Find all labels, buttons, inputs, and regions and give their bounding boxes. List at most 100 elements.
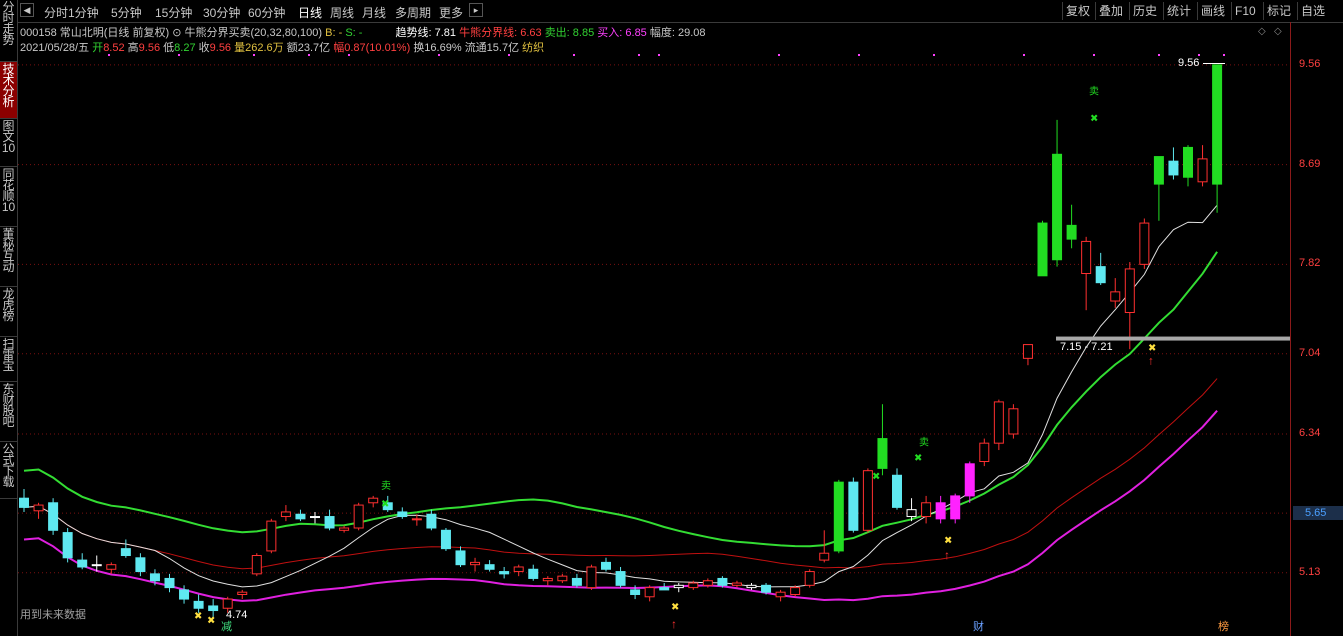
candle-body [91,564,102,567]
signal-tick [178,54,180,56]
sidebar-tab[interactable]: 分时走势 [0,0,17,62]
candle-body [644,587,655,598]
toolbar-button[interactable]: 标记 [1263,2,1294,20]
candle-body [1197,158,1208,183]
toolbar-button[interactable]: 统计 [1163,2,1194,20]
toolbar-button[interactable]: F10 [1231,2,1259,20]
candle-body [848,481,859,531]
signal-tick [348,54,350,56]
candle-body [1183,146,1193,178]
candle-body [513,566,524,573]
period-tab[interactable]: 更多 [439,4,463,21]
sell-marker-label: 卖 [877,453,887,465]
toolbar-button[interactable]: 叠加 [1095,2,1126,20]
price-axis-label: 8.69 [1299,157,1321,170]
candle-body [164,577,175,589]
period-tab[interactable]: 日线 [298,4,322,21]
sell-cross-icon: ✖ [914,453,922,464]
buy-cross-icon: ✖ [1148,343,1156,354]
buy-cross-icon: ✖ [207,616,215,627]
indicator-settings-icon[interactable]: ⊙ [172,27,181,39]
buy-cross-icon: ✖ [194,611,202,622]
candle-body [455,550,466,566]
diamond-icon[interactable]: ◇ [1258,26,1266,37]
max-price-label: 9.56 [1178,56,1200,69]
price-axis: 9.56 8.69 7.82 7.04 6.34 5.65 5.13 [1290,22,1343,636]
sidebar-tab[interactable]: 技术分析 [0,62,17,119]
bottom-event-tag[interactable]: 减 [221,618,232,634]
candle-body [688,582,699,589]
future-data-warning: 用到未来数据 [20,609,86,621]
b-label: B: - [325,27,343,39]
buy-value: 买入: 6.85 [597,27,647,39]
sidebar-tab[interactable]: 龙虎榜 [0,287,17,337]
period-tab[interactable]: 周线 [330,4,354,21]
candle-body [1066,224,1077,240]
signal-tick [1023,54,1025,56]
toolbar-button[interactable]: 自选 [1297,2,1328,20]
price-axis-label: 9.56 [1299,57,1321,70]
candle-body [324,516,335,529]
period-tab[interactable]: 1分钟 [68,4,99,21]
period-tab[interactable]: 多周期 [395,4,431,21]
toggle-left-icon[interactable]: ◀ [20,3,34,17]
sidebar-tab[interactable]: 同花顺10 [0,167,17,227]
candle-body [1037,222,1048,277]
sell-cross-icon: ✖ [381,499,389,510]
candle-body [33,504,44,512]
signal-tick [778,54,780,56]
sidebar-tab[interactable]: 图文10 [0,119,17,167]
period-tab[interactable]: 5分钟 [111,4,142,21]
toolbar-button[interactable]: 复权 [1062,2,1093,20]
period-tab[interactable]: 60分钟 [248,4,285,21]
sidebar-tab[interactable]: 扫雷宝 [0,337,17,382]
vertical-tab-bar: 分时走势 技术分析 图文10 同花顺10 董秘互动 龙虎榜 扫雷宝 东财股吧 公式下载 [0,0,18,636]
support-range-label: 7.15 - 7.21 [1060,341,1113,354]
signal-tick [108,54,110,56]
toolbar-button[interactable]: 画线 [1197,2,1228,20]
candle-body [630,589,641,595]
candle-body [106,564,117,570]
price-axis-label: 7.82 [1299,257,1321,270]
candle-body [135,557,146,573]
indicator-name[interactable]: 牛熊分界买卖(20,32,80,100) [185,27,323,39]
period-tab[interactable]: 分时 [44,4,68,21]
candle-body [746,584,757,589]
stock-code-name: 000158 常山北明(日线 前复权) [20,27,170,39]
candle-body [426,513,437,529]
sidebar-tab[interactable]: 董秘互动 [0,227,17,287]
period-tab[interactable]: 30分钟 [203,4,240,21]
candle-body [601,561,611,570]
candle-body [775,591,786,598]
candle-body [906,509,917,518]
toolbar-button[interactable]: 历史 [1129,2,1160,20]
sidebar-tab[interactable]: 公式下载 [0,442,17,499]
candle-body [440,529,451,550]
candle-body [77,559,88,568]
candle-body [1153,156,1164,185]
current-price-marker: 5.65 [1293,506,1343,521]
candle-body [368,497,379,504]
signal-tick [1158,54,1160,56]
price-axis-label: 7.04 [1299,346,1321,359]
indicator-info-line: 000158 常山北明(日线 前复权) ⊙ 牛熊分界买卖(20,32,80,10… [20,24,706,40]
candle-body [673,584,684,589]
candle-body [353,504,364,529]
candle-body [993,401,1004,444]
sell-cross-icon: ✖ [872,471,880,482]
candle-body [528,568,539,579]
sell-value: 卖出: 8.85 [544,27,595,39]
candle-body [251,555,262,575]
candle-body [1008,408,1019,435]
candle-body [280,511,291,518]
max-price-connector [1203,62,1225,64]
candle-body [1124,268,1135,313]
period-tab[interactable]: 月线 [362,4,386,21]
bottom-event-tag[interactable]: 榜 [1218,618,1229,634]
more-arrow-icon[interactable]: ▸ [469,3,483,17]
sidebar-tab[interactable]: 东财股吧 [0,382,17,442]
period-tab[interactable]: 15分钟 [155,4,192,21]
candle-body [833,481,844,552]
bottom-event-tag[interactable]: 财 [973,618,984,634]
diamond-icon-2[interactable]: ◇ [1274,26,1282,37]
